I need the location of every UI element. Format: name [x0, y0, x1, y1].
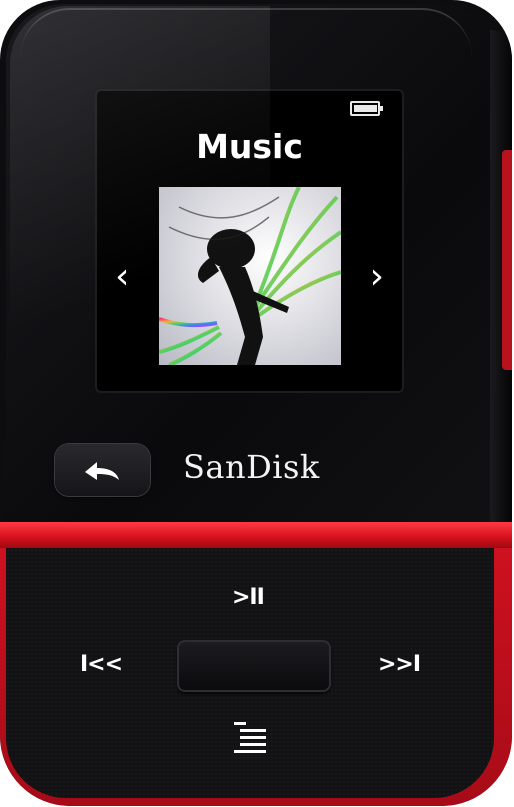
brand-logo: SanDisk [183, 448, 320, 486]
back-button[interactable] [55, 444, 150, 496]
next-arrow-icon[interactable]: › [370, 259, 384, 295]
display-screen: Music ‹ › [97, 91, 402, 391]
side-clip-button[interactable] [502, 150, 512, 370]
screen-title: Music [196, 127, 303, 166]
next-track-button[interactable]: >>I [378, 652, 421, 677]
back-arrow-icon [85, 462, 119, 480]
album-art-guitarist-image [159, 187, 341, 365]
red-accent-band [0, 522, 512, 548]
rim-highlight [20, 8, 472, 80]
menu-lines-icon[interactable] [232, 720, 270, 754]
album-art[interactable] [159, 187, 341, 365]
battery-icon [350, 101, 383, 116]
previous-track-button[interactable]: I<< [80, 652, 123, 677]
play-pause-button[interactable]: >II [232, 585, 265, 610]
mp3-player: Music ‹ › SanDisk >II I<< >>I [0, 0, 512, 806]
prev-arrow-icon[interactable]: ‹ [115, 259, 129, 295]
center-select-button[interactable] [177, 640, 331, 692]
battery-level [354, 105, 378, 112]
